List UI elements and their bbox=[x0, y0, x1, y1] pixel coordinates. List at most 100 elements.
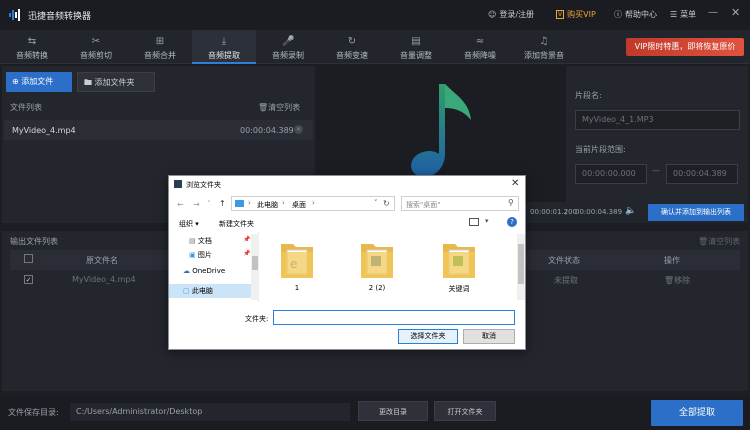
save-dir-field[interactable]: C:/Users/Administrator/Desktop bbox=[70, 403, 350, 421]
up-arrow-icon[interactable]: ↑ bbox=[219, 199, 226, 208]
row-file-name: MyVideo_4.mp4 bbox=[72, 275, 136, 284]
pin-icon: 📌 bbox=[243, 250, 251, 257]
dialog-title: 浏览文件夹 bbox=[186, 181, 221, 189]
menu-button[interactable]: ☰ 菜单 bbox=[670, 9, 696, 20]
title-bar: 迅捷音频转换器 ☺ 登录/注册 V 购买VIP ⓘ 帮助中心 ☰ 菜单 — ✕ bbox=[0, 0, 750, 30]
output-clear-link[interactable]: 🗑清空列表 bbox=[698, 236, 740, 247]
range-dash: — bbox=[652, 166, 660, 175]
dialog-search-input[interactable]: 搜索"桌面" bbox=[401, 196, 519, 211]
file-name: MyVideo_4.mp4 bbox=[12, 126, 76, 135]
nav-item-pictures[interactable]: ▣ 图片 bbox=[189, 250, 212, 260]
select-folder-button[interactable]: 选择文件夹 bbox=[398, 329, 458, 344]
view-dropdown-icon[interactable]: ▾ bbox=[485, 217, 489, 225]
add-folder-button[interactable]: 🖿 添加文件夹 bbox=[77, 72, 155, 92]
segment-name-field[interactable]: MyVideo_4_1.MP3 bbox=[575, 110, 740, 130]
time-separator: / bbox=[565, 208, 568, 216]
music-note-icon bbox=[411, 84, 471, 177]
organize-menu[interactable]: 组织 ▾ bbox=[179, 219, 199, 229]
nav-scroll-thumb[interactable] bbox=[252, 256, 258, 270]
trash-icon: 🗑 bbox=[664, 276, 675, 285]
computer-icon bbox=[235, 200, 244, 207]
tab-denoise[interactable]: ≈ 音频降噪 bbox=[448, 30, 512, 64]
tab-speed[interactable]: ↻ 音频变速 bbox=[320, 30, 384, 64]
file-duration: 00:00:04.389 bbox=[240, 126, 294, 135]
search-icon: ⚲ bbox=[508, 198, 514, 207]
folder-scroll-thumb[interactable] bbox=[518, 244, 524, 284]
nav-item-documents[interactable]: ▤ 文档 bbox=[189, 236, 212, 246]
file-list-title: 文件列表 bbox=[10, 103, 42, 112]
output-list-title: 输出文件列表 bbox=[10, 237, 58, 246]
folder-item-1[interactable]: e 1 bbox=[279, 238, 315, 292]
recent-chevron-icon[interactable]: ˅ bbox=[207, 200, 211, 208]
add-file-button[interactable]: ⊕ 添加文件 bbox=[6, 72, 72, 92]
path-this-pc[interactable]: 此电脑 bbox=[257, 200, 278, 210]
refresh-icon[interactable]: ↻ bbox=[383, 199, 390, 208]
view-icon[interactable] bbox=[469, 218, 479, 226]
tab-merge[interactable]: ⊞ 音频合并 bbox=[128, 30, 192, 64]
buy-vip-link[interactable]: V 购买VIP bbox=[556, 9, 596, 20]
vip-promo-banner[interactable]: VIP限时特惠，即将恢复原价 bbox=[626, 38, 744, 56]
dialog-app-icon bbox=[174, 180, 182, 188]
nav-item-this-pc-label: ▢ 此电脑 bbox=[183, 287, 213, 295]
hamburger-icon: ☰ bbox=[670, 10, 678, 19]
folder-icon bbox=[443, 244, 475, 278]
select-all-checkbox[interactable] bbox=[24, 254, 33, 263]
col-source-name: 原文件名 bbox=[86, 256, 118, 265]
save-dir-label: 文件保存目录: bbox=[8, 408, 59, 417]
tab-background-music[interactable]: ♫ 添加背景音 bbox=[512, 30, 576, 64]
path-desktop[interactable]: 桌面 bbox=[292, 200, 306, 210]
col-status: 文件状态 bbox=[548, 256, 580, 265]
segment-name-label: 片段名: bbox=[575, 91, 602, 100]
convert-icon: ⇆ bbox=[27, 36, 37, 47]
clear-list-link[interactable]: 🗑清空列表 bbox=[258, 102, 300, 113]
change-dir-button[interactable]: 更改目录 bbox=[358, 401, 428, 421]
folder-field-label: 文件夹: bbox=[245, 315, 269, 323]
tab-convert[interactable]: ⇆ 音频转换 bbox=[0, 30, 64, 64]
trash-icon: 🗑 bbox=[698, 237, 709, 246]
folder-name-input[interactable] bbox=[273, 310, 515, 325]
folder-scrollbar[interactable] bbox=[517, 234, 525, 300]
help-center-link[interactable]: ⓘ 帮助中心 bbox=[614, 9, 657, 20]
confirm-add-button[interactable]: 确认并添加到输出列表 bbox=[648, 204, 744, 221]
tab-cut[interactable]: ✂ 音频剪切 bbox=[64, 30, 128, 64]
extract-icon: ⤓ bbox=[221, 36, 227, 47]
remove-file-icon[interactable]: ✕ bbox=[294, 125, 303, 134]
forward-arrow-icon[interactable]: → bbox=[193, 200, 200, 209]
row-remove-button[interactable]: 🗑移除 bbox=[664, 275, 690, 286]
folder-item-3[interactable]: 关键词 bbox=[441, 238, 477, 294]
login-link[interactable]: ☺ 登录/注册 bbox=[488, 9, 534, 20]
range-start-field[interactable]: 00:00:00.000 bbox=[575, 164, 647, 184]
denoise-icon: ≈ bbox=[475, 36, 485, 47]
nav-item-onedrive[interactable]: ☁ OneDrive bbox=[183, 267, 225, 275]
dropdown-chevron-icon[interactable]: ˅ bbox=[374, 199, 378, 207]
close-button[interactable]: ✕ bbox=[731, 6, 740, 19]
open-folder-button[interactable]: 打开文件夹 bbox=[434, 401, 496, 421]
folder-name: 关键词 bbox=[448, 285, 470, 293]
tab-volume[interactable]: ▤ 音量调整 bbox=[384, 30, 448, 64]
computer-icon: ▢ bbox=[183, 287, 190, 295]
scissors-icon: ✂ bbox=[91, 36, 101, 47]
app-title: 迅捷音频转换器 bbox=[28, 12, 92, 22]
pictures-icon: ▣ bbox=[189, 251, 196, 259]
merge-icon: ⊞ bbox=[155, 36, 165, 47]
row-checkbox[interactable]: ✓ bbox=[24, 275, 33, 284]
bgm-icon: ♫ bbox=[539, 36, 549, 47]
cloud-icon: ☁ bbox=[183, 267, 190, 275]
minimize-button[interactable]: — bbox=[708, 7, 718, 18]
segment-range-label: 当前片段范围: bbox=[575, 145, 626, 154]
extract-all-button[interactable]: 全部提取 bbox=[651, 400, 743, 426]
back-arrow-icon[interactable]: ← bbox=[177, 200, 184, 209]
tab-record[interactable]: 🎤 音频录制 bbox=[256, 30, 320, 64]
nav-scrollbar[interactable] bbox=[251, 234, 259, 300]
new-folder-button[interactable]: 新建文件夹 bbox=[219, 219, 254, 229]
tab-extract[interactable]: ⤓ 音频提取 bbox=[192, 30, 256, 64]
range-end-field[interactable]: 00:00:04.389 bbox=[666, 164, 738, 184]
user-icon: ☺ bbox=[488, 10, 497, 19]
folder-icon: 🖿 bbox=[84, 78, 92, 87]
help-icon[interactable]: ? bbox=[507, 217, 517, 227]
folder-item-2[interactable]: 2 (2) bbox=[359, 238, 395, 292]
address-bar[interactable]: › 此电脑 › 桌面 › ˅ ↻ bbox=[231, 196, 395, 211]
cancel-button[interactable]: 取消 bbox=[463, 329, 515, 344]
dialog-close-button[interactable]: ✕ bbox=[511, 178, 519, 189]
volume-icon[interactable]: 🔈 bbox=[625, 206, 636, 216]
